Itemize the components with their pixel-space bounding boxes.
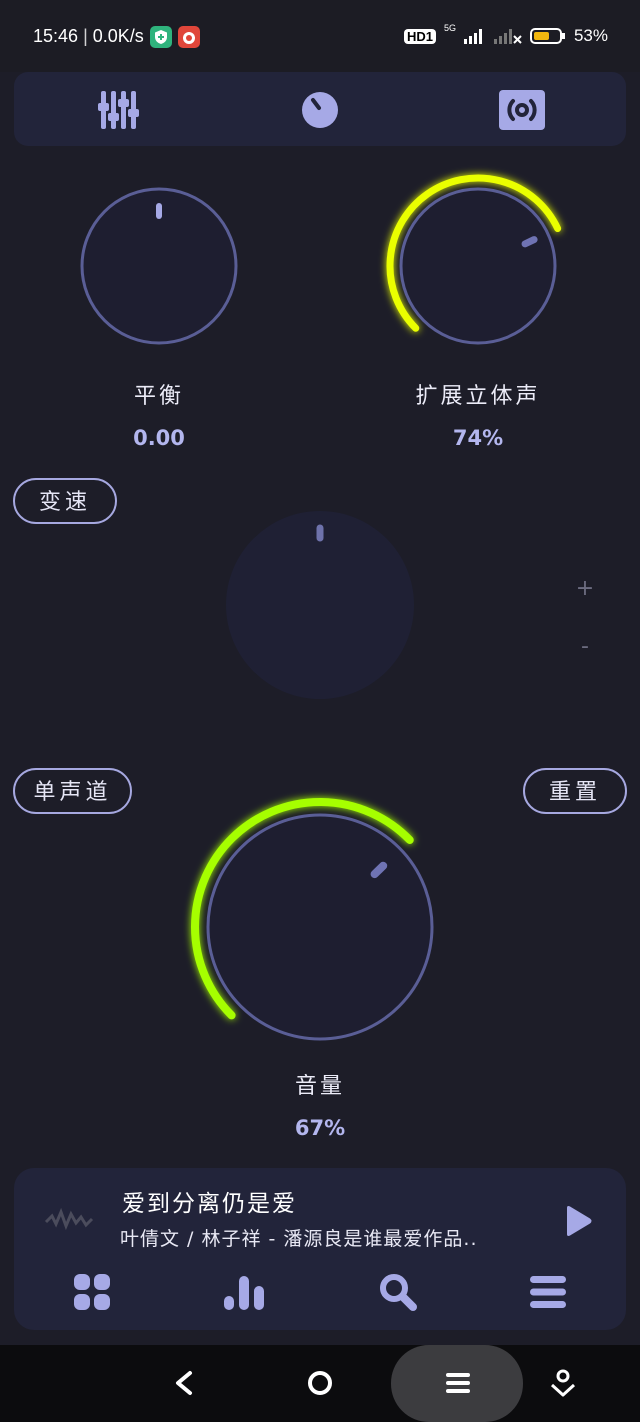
system-nav-bar <box>0 1345 640 1422</box>
volume-value: 67% <box>294 1116 346 1140</box>
assistant-icon <box>550 1369 576 1397</box>
balance-knob[interactable] <box>80 187 238 345</box>
song-title: 爱到分离仍是爱 <box>122 1191 297 1217</box>
stereo-label: 扩展立体声 <box>415 384 541 409</box>
nav-library[interactable] <box>72 1272 112 1312</box>
reset-button[interactable]: 重置 <box>523 768 627 814</box>
waveform-icon <box>44 1207 94 1231</box>
back-button[interactable] <box>162 1361 206 1405</box>
play-button[interactable] <box>563 1205 593 1237</box>
nav-equalizer[interactable] <box>222 1272 264 1312</box>
assistant-button[interactable] <box>541 1361 585 1405</box>
search-icon <box>380 1274 417 1311</box>
speed-plus-button[interactable]: + <box>573 576 597 601</box>
balance-value: 0.00 <box>133 426 185 450</box>
back-icon <box>176 1371 192 1395</box>
stereo-value: 74% <box>452 426 504 450</box>
nav-menu[interactable] <box>528 1272 568 1312</box>
grid-icon <box>74 1274 110 1310</box>
volume-label: 音量 <box>294 1074 345 1099</box>
speed-minus-button[interactable]: - <box>573 634 597 659</box>
home-icon <box>308 1371 332 1395</box>
volume-knob[interactable] <box>191 798 434 1041</box>
home-button[interactable] <box>298 1361 342 1405</box>
mini-player[interactable]: 爱到分离仍是爱 叶倩文 / 林子祥 - 潘源良是谁最爱作品.. <box>14 1168 626 1330</box>
stereo-knob[interactable] <box>386 174 562 345</box>
play-icon <box>567 1206 592 1236</box>
recents-menu-icon <box>446 1373 470 1393</box>
stereo-indicator <box>521 236 538 248</box>
nav-search[interactable] <box>378 1272 418 1312</box>
recents-button[interactable] <box>436 1361 480 1405</box>
menu-icon <box>530 1276 566 1308</box>
balance-label: 平衡 <box>133 384 184 409</box>
bar-chart-icon <box>224 1276 264 1310</box>
speed-button[interactable]: 变速 <box>13 478 117 524</box>
mono-button[interactable]: 单声道 <box>13 768 132 814</box>
speed-knob[interactable] <box>226 511 414 699</box>
song-artist: 叶倩文 / 林子祥 - 潘源良是谁最爱作品.. <box>120 1228 478 1250</box>
